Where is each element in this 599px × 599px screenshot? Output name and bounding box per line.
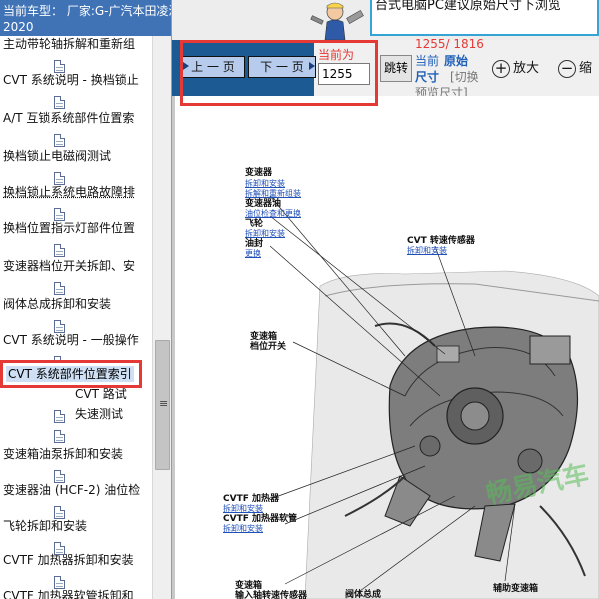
zoom-in-icon: + [492,59,510,78]
diagram-label-aux-shaft: 辅助变速箱 [493,584,539,594]
document-icon [54,576,65,589]
original-size-link[interactable]: 原始 [444,52,468,69]
scrollbar-thumb[interactable]: ≡ [155,340,170,470]
tree-item-label: 主动带轮轴拆解和重新组 [3,37,136,51]
tree-item-label: CVT 系统说明 - 一般操作 [3,333,139,347]
document-icon [54,542,65,555]
document-icon [54,96,65,109]
document-icon [54,208,65,221]
diagram-label-shift-switch: 变速箱 [250,332,278,342]
diagram-label-cvt-speed-sensor: CVT 转速传感器 [407,236,475,246]
document-icon [54,410,65,423]
document-tree: 主动带轮轴拆解和重新组 CVT 系统说明 - 换档锁止 A/T 互锁系统部件位置索换… [0,36,152,599]
document-icon [54,470,65,483]
zoom-out-button[interactable]: − 缩 [558,58,592,80]
document-icon [54,172,65,185]
tree-item-label: CVTF 加热器软管拆卸和 [3,589,134,599]
tree-item-label: 换档锁止系统电路故障排 [3,185,136,199]
tree-item-label: 飞轮拆卸和安装 [3,519,88,533]
grip-icon: ≡ [159,397,169,410]
tree-item-label: 失速测试 [75,407,124,421]
size-label: 尺寸 [415,70,440,84]
tree-item-label: 变速箱油泵拆卸和安装 [3,447,124,461]
tree-scrollbar[interactable]: ≡ [152,36,171,599]
document-icon [54,320,65,333]
vehicle-title-line2: 2020 [3,20,34,34]
diagram-link-removal-2[interactable]: 拆卸和安装 [245,229,285,238]
page-nav-highlight [180,40,378,106]
mechanic-logo-icon [305,0,370,40]
jump-button[interactable]: 跳转 [380,55,412,82]
tree-item-label: 换档锁止电磁阀测试 [3,149,112,163]
hint-text: 台式电脑PC建议原始尺寸下浏览 [375,0,561,13]
diagram-link-hose[interactable]: 拆卸和安装 [223,524,263,533]
diagram-label-oil-seal: 油封 [245,239,264,249]
tree-item-label: 变速器档位开关拆卸、安 [3,259,136,273]
zoom-out-label: 缩 [579,61,593,76]
diagram-link-fluid-change[interactable]: 油位检查和更换 [245,209,301,218]
diagram-label-input-sensor: 输入轴转速传感器 [235,591,308,599]
tree-item-selected[interactable]: CVT 系统部件位置索引 [0,360,142,388]
switch-size-link[interactable]: [切换 [450,68,479,85]
navigation-tree-panel: 当前车型： 厂家:G-广汽本田凌派(crider)2019- 2020 主动带轮… [0,0,172,599]
tree-item-label: CVT 系统部件位置索引 [6,366,134,382]
diagram-label-cvtf-heater-hose: CVTF 加热器软管 [223,514,297,524]
zoom-in-label: 放大 [513,61,540,76]
diagram-label-transmission: 变速器 [245,168,273,178]
diagram-link-heater[interactable]: 拆卸和安装 [223,504,263,513]
page-count: 1255/ 1816 [415,37,484,51]
document-icon [54,282,65,295]
document-icon [54,244,65,257]
diagram-link-cvt-speed[interactable]: 拆卸和安装 [407,246,447,255]
document-icon [54,506,65,519]
diagram-label-valve-body: 阀体总成 [345,590,382,599]
diagram-label-shift-switch-2: 档位开关 [250,342,287,352]
diagram-label-trans-fluid: 变速器油 [245,199,282,209]
diagram-label-trans-sensor: 变速箱 [235,581,263,591]
transmission-diagram: 变速器 拆卸和安装 拆解和重新组装 变速器油 油位检查和更换 飞轮 拆卸和安装 … [175,96,599,599]
document-icon [54,134,65,147]
document-icon [54,60,65,73]
tree-item-label: CVTF 加热器拆卸和安装 [3,553,134,567]
zoom-in-button[interactable]: + 放大 [492,58,539,80]
tree-item-label: A/T 互锁系统部件位置索 [3,111,135,125]
diagram-link-removal[interactable]: 拆卸和安装 [245,179,285,188]
document-icon [54,430,65,443]
tree-item-label: 换档位置指示灯部件位置 [3,221,136,235]
tree-item-label: 阀体总成拆卸和安装 [3,297,112,311]
zoom-out-icon: − [558,59,576,78]
tree-item-label: CVT 系统说明 - 换档锁止 [3,73,139,87]
diagram-label-flywheel: 飞轮 [245,219,264,229]
vehicle-title-line1: 当前车型： 厂家:G-广汽本田凌派(crider)2019- [3,4,171,18]
current-size-label: 当前 [415,54,440,68]
browse-hint-banner: 台式电脑PC建议原始尺寸下浏览 [370,0,599,36]
diagram-label-cvtf-heater: CVTF 加热器 [223,494,279,504]
diagram-link-replace[interactable]: 更换 [245,249,261,258]
tree-item-label: 变速器油 (HCF-2) 油位检 [3,483,141,497]
vehicle-header: 当前车型： 厂家:G-广汽本田凌派(crider)2019- 2020 [0,0,171,36]
diagram-link-disassembly[interactable]: 拆解和重新组装 [245,189,301,198]
